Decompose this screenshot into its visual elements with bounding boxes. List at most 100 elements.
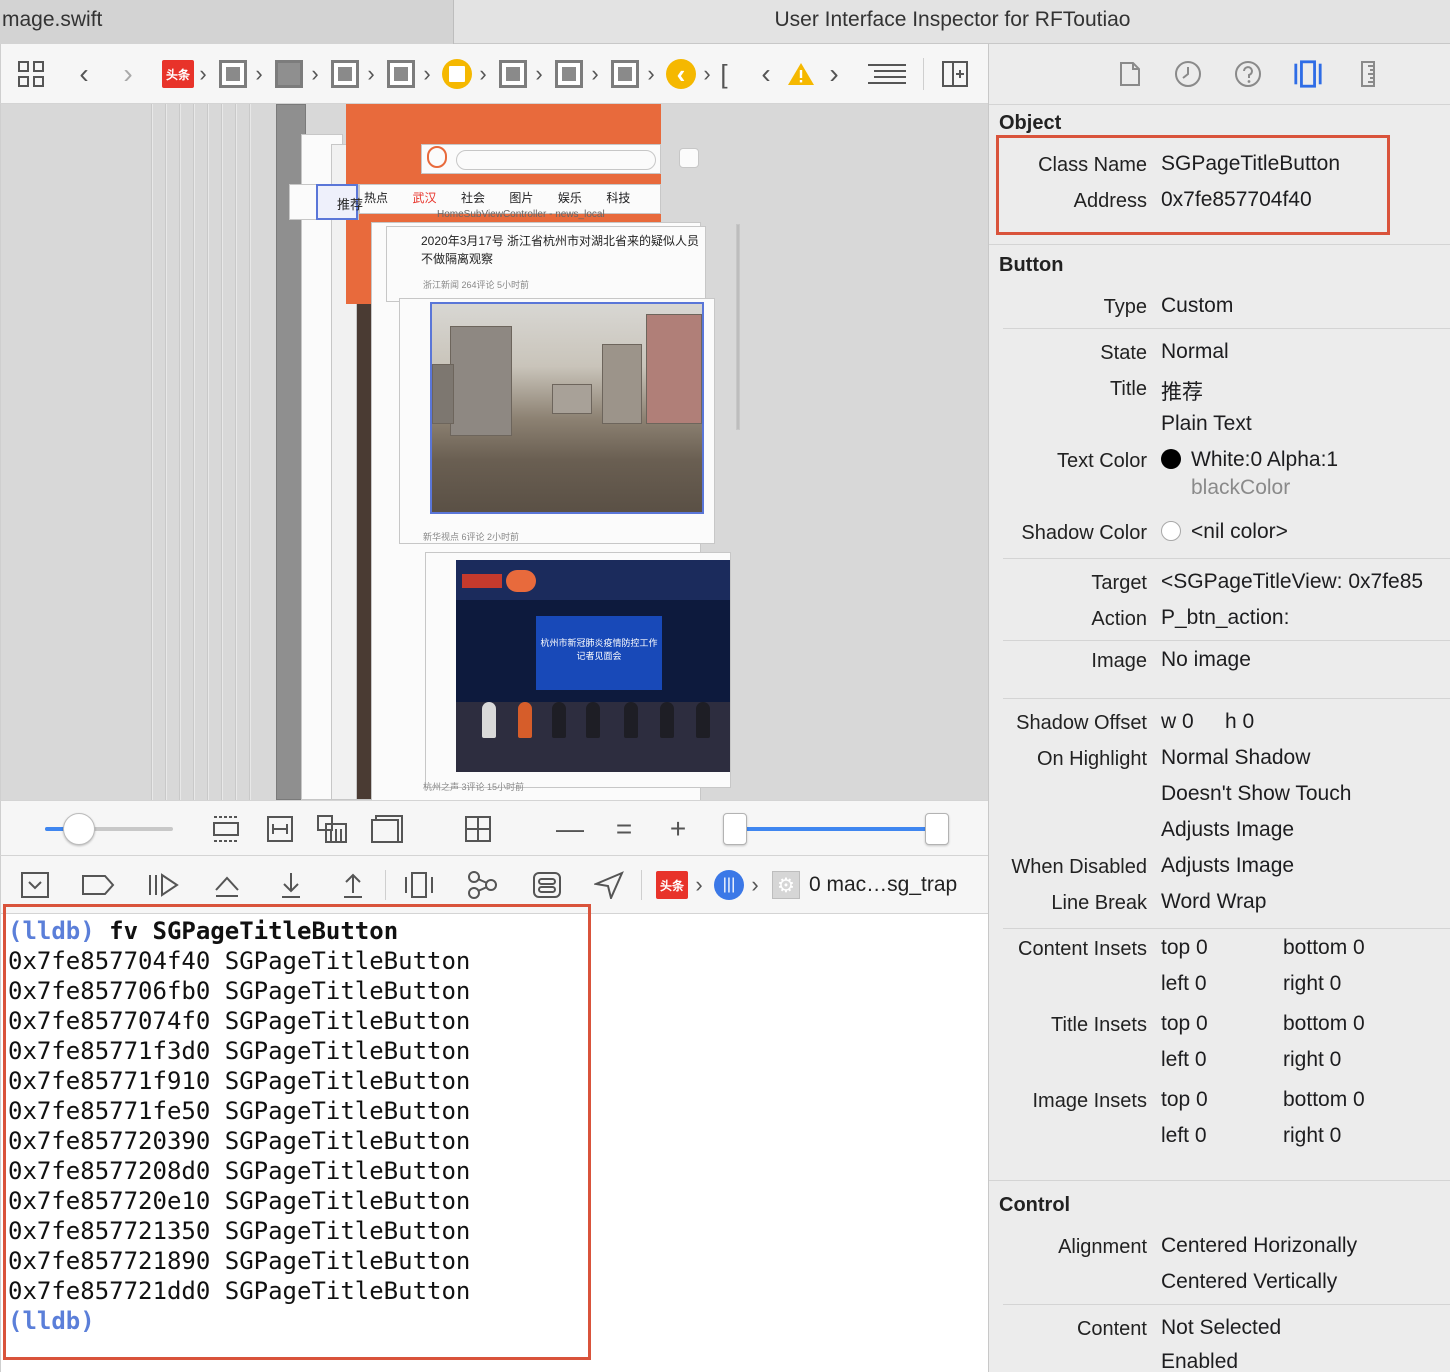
view-icon[interactable]	[385, 56, 417, 92]
tab-label: 科技	[606, 191, 631, 205]
search-field-layer[interactable]	[456, 150, 656, 170]
when-disabled-label: When Disabled	[1011, 856, 1147, 878]
debug-view-hierarchy-icon[interactable]	[403, 868, 435, 902]
inspector-panel: Object Class Name SGPageTitleButton Addr…	[988, 44, 1450, 1372]
image-inset-top: top 0	[1161, 1088, 1208, 1111]
type-value: Custom	[1161, 294, 1234, 317]
title-inset-right: right 0	[1283, 1048, 1342, 1071]
show-clipped-content-icon[interactable]	[211, 813, 241, 845]
truncated-item-icon[interactable]: [	[717, 56, 731, 92]
console-output-line: 0x7fe857721dd0 SGPageTitleButton	[8, 1277, 471, 1305]
view-controller-icon[interactable]	[441, 56, 473, 92]
scroll-indicator-layer[interactable]	[736, 224, 740, 430]
zoom-in-icon[interactable]: +	[663, 813, 693, 845]
title-inset-top: top 0	[1161, 1012, 1208, 1035]
address-label: Address	[1073, 190, 1147, 212]
back-icon[interactable]: ‹	[71, 56, 97, 92]
step-over-icon[interactable]	[211, 868, 243, 902]
divider	[385, 870, 386, 900]
target-label: Target	[1091, 572, 1147, 594]
forward-icon[interactable]: ›	[115, 56, 141, 92]
path-separator-icon: ›	[423, 61, 431, 86]
stack-frame-gear-icon[interactable]: ⚙	[771, 868, 801, 902]
adjust-view-mode-icon[interactable]	[315, 813, 349, 845]
breakpoints-icon[interactable]	[81, 868, 115, 902]
simulate-location-icon[interactable]	[593, 868, 625, 902]
console-output-line: 0x7fe85771fe50 SGPageTitleButton	[8, 1097, 471, 1125]
inspector-tab-bar	[989, 44, 1450, 104]
show-constraints-icon[interactable]	[265, 813, 295, 845]
class-name-label: Class Name	[1038, 154, 1147, 176]
range-slider-fill	[735, 827, 937, 831]
hide-debug-area-icon[interactable]	[19, 868, 51, 902]
console-output-line: 0x7fe8577208d0 SGPageTitleButton	[8, 1157, 471, 1185]
next-issue-icon[interactable]: ›	[823, 56, 845, 92]
size-inspector-icon[interactable]	[1353, 58, 1383, 90]
zoom-reset-icon[interactable]: =	[609, 813, 639, 845]
tab-label: 社会	[460, 191, 485, 205]
window-view-icon[interactable]	[217, 56, 249, 92]
view-icon[interactable]	[273, 56, 305, 92]
logo-layer[interactable]	[427, 146, 447, 168]
line-break-label: Line Break	[1051, 892, 1147, 914]
range-slider-min-handle[interactable]	[723, 813, 747, 845]
view-icon[interactable]	[609, 56, 641, 92]
news-photo[interactable]	[430, 302, 704, 514]
zoom-out-icon[interactable]: —	[555, 813, 585, 845]
divider	[1003, 640, 1450, 641]
file-inspector-icon[interactable]	[1115, 58, 1145, 90]
orient-3d-icon[interactable]	[369, 813, 405, 845]
control-section-title: Control	[999, 1194, 1071, 1216]
line-break-value: Word Wrap	[1161, 890, 1267, 913]
image-inset-bottom: bottom 0	[1283, 1088, 1365, 1111]
thread-icon[interactable]: |||	[713, 868, 745, 902]
title-inset-left: left 0	[1161, 1048, 1207, 1071]
previous-issue-icon[interactable]: ‹	[755, 56, 777, 92]
environment-overrides-icon[interactable]	[531, 868, 563, 902]
warning-icon[interactable]	[785, 56, 817, 92]
divider	[923, 58, 924, 90]
history-inspector-icon[interactable]	[1173, 58, 1203, 90]
view-icon[interactable]	[553, 56, 585, 92]
grid-layout-icon[interactable]	[463, 813, 493, 845]
when-disabled-value: Adjusts Image	[1161, 854, 1295, 877]
spacing-slider-knob[interactable]	[63, 813, 95, 845]
camera-layer[interactable]	[679, 148, 699, 168]
console-command-line: (lldb) fv SGPageTitleButton	[8, 916, 470, 946]
view-hierarchy-canvas[interactable]: 热点 武汉 社会 图片 娱乐 科技 推荐 HomeSubViewControll…	[0, 104, 988, 800]
step-into-icon[interactable]	[277, 868, 305, 902]
continue-icon[interactable]	[145, 868, 181, 902]
target-value: <SGPageTitleView: 0x7fe85	[1161, 570, 1424, 593]
divider	[1003, 558, 1450, 559]
view-icon[interactable]	[497, 56, 529, 92]
content-insets-label: Content Insets	[1018, 938, 1147, 960]
lldb-console[interactable]: (lldb) fv SGPageTitleButton 0x7fe857704f…	[0, 904, 988, 1372]
content-inset-left: left 0	[1161, 972, 1207, 995]
add-editor-icon[interactable]	[939, 56, 971, 92]
view-icon[interactable]	[329, 56, 361, 92]
stack-frame-label[interactable]: 0 mac…sg_trap	[809, 868, 979, 902]
photo-caption: 新华视点 6评论 2小时前	[423, 532, 520, 542]
range-slider-max-handle[interactable]	[925, 813, 949, 845]
on-highlight-value: Normal Shadow	[1161, 746, 1311, 769]
navigation-back-icon[interactable]	[665, 56, 697, 92]
app-icon[interactable]: 头条	[161, 56, 195, 92]
content-enabled-value: Enabled	[1161, 1350, 1239, 1372]
shadow-offset-height: h 0	[1225, 710, 1255, 733]
alignment-vertical-value: Centered Vertically	[1161, 1270, 1338, 1293]
step-out-icon[interactable]	[339, 868, 367, 902]
image-inset-left: left 0	[1161, 1124, 1207, 1147]
object-inspector-icon[interactable]	[1293, 58, 1323, 90]
content-selected-value: Not Selected	[1161, 1316, 1282, 1339]
lldb-prompt[interactable]: (lldb)	[8, 1306, 470, 1336]
related-items-icon[interactable]	[15, 56, 47, 92]
quick-help-icon[interactable]	[1233, 58, 1263, 90]
text-color-name: blackColor	[1191, 476, 1291, 499]
content-inset-bottom: bottom 0	[1283, 936, 1365, 959]
news-video-thumbnail[interactable]: 杭州市新冠肺炎疫情防控工作 记者见面会	[456, 560, 730, 772]
editor-tab[interactable]: mage.swift	[0, 0, 454, 44]
process-app-icon[interactable]: 头条	[655, 868, 689, 902]
memory-graph-icon[interactable]	[465, 868, 499, 902]
editor-options-icon[interactable]	[867, 56, 907, 92]
text-color-label: Text Color	[1056, 450, 1147, 472]
